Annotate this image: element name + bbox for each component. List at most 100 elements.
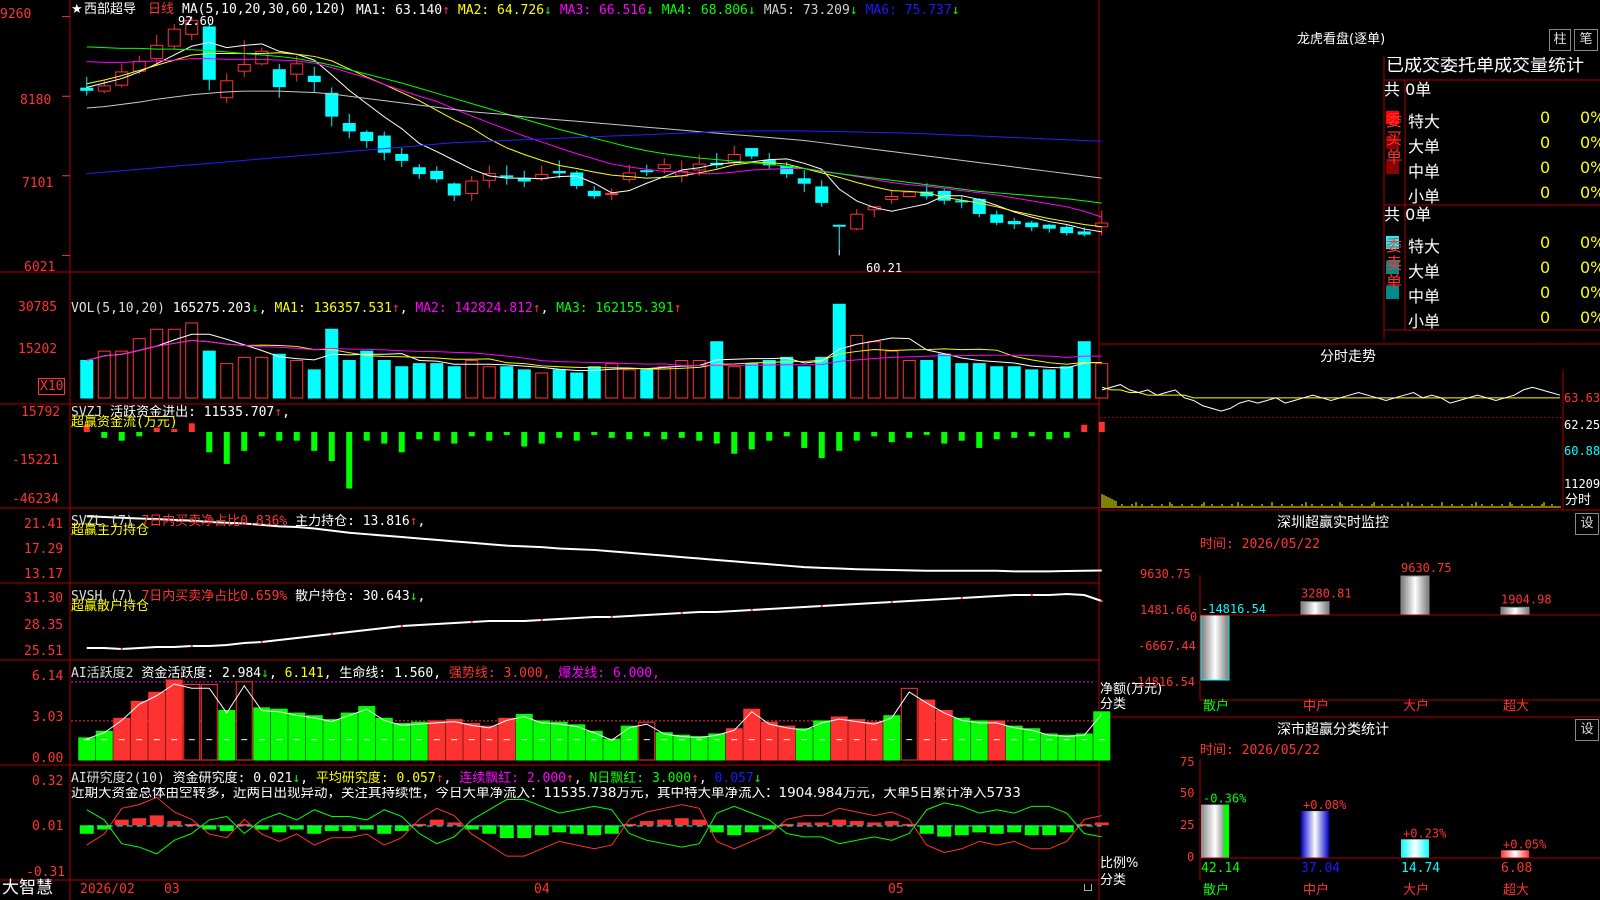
stock-name[interactable]: 西部超导 xyxy=(84,3,136,16)
svzj-bar xyxy=(1063,432,1070,438)
volume-bar xyxy=(1042,369,1056,399)
order-row-qty: 0 xyxy=(1540,108,1551,127)
vol-ma3: MA3: 162155.391 xyxy=(556,301,674,316)
ai2-bar xyxy=(447,822,462,826)
ai2-bar xyxy=(657,819,672,826)
candle-body xyxy=(447,183,461,196)
ai1-strong-line: 强势线: 3.000 xyxy=(448,666,543,681)
ai2-commentary: 近期大资金总体由空转多，近两日出现异动，关注其持续性，今日大单净流入：11535… xyxy=(71,787,1021,801)
cls-change-label: +0.23% xyxy=(1403,826,1447,840)
ai1-bar xyxy=(1023,728,1041,761)
ai1-bar xyxy=(568,724,586,761)
intraday-vol-max: 11209 xyxy=(1564,477,1600,491)
volume-bar xyxy=(622,369,636,399)
tick-view-button[interactable]: 笔 xyxy=(1574,29,1598,51)
ai1-bar xyxy=(953,717,971,761)
cls-category-label: 中户 xyxy=(1303,882,1329,898)
ai1-axis-2: 3.03 xyxy=(32,710,64,725)
order-row-pct: 0% xyxy=(1580,283,1600,302)
sz-bar-超大 xyxy=(1500,606,1530,616)
svsh-axis-3: 25.51 xyxy=(24,644,64,659)
ai2-axis-2: 0.01 xyxy=(32,819,64,834)
cls-time: 时间: 2026/05/22 xyxy=(1200,743,1320,758)
cls-change-label: -0.36% xyxy=(1203,792,1247,806)
candle-body xyxy=(150,44,164,60)
candle-body xyxy=(167,28,181,47)
svsh-dot xyxy=(400,624,403,628)
candle-body xyxy=(1077,231,1091,235)
buy-total: 共 0单 xyxy=(1384,80,1432,99)
cls-change-label: +0.08% xyxy=(1303,798,1347,812)
svsh-dot xyxy=(1100,599,1103,603)
sz-bar-value: -14816.54 xyxy=(1201,602,1266,616)
ai2-bar xyxy=(727,825,742,836)
svzj-bar xyxy=(626,432,633,440)
svzj-bar xyxy=(1046,432,1053,440)
lock-icon[interactable] xyxy=(1084,884,1092,891)
vol-ma1: MA1: 136357.531 xyxy=(274,301,392,316)
volume-bar xyxy=(1007,366,1021,399)
svzj-bar xyxy=(1098,421,1105,432)
ai1-axis-3: 0.00 xyxy=(32,751,64,766)
ai1-value: 2.984 xyxy=(221,666,262,681)
svzj-subtitle: 超赢资金流(万元) xyxy=(71,415,178,430)
svsh-dot xyxy=(330,632,333,636)
sz-time: 时间: 2026/05/22 xyxy=(1200,537,1320,552)
ai1-bar xyxy=(988,720,1006,761)
volume-bar xyxy=(237,356,251,399)
svzj-bar xyxy=(818,432,825,459)
ai2-bar xyxy=(569,825,584,834)
ai2-bar xyxy=(1042,825,1057,836)
cls-value-label: 37.04 xyxy=(1301,861,1340,876)
ai1-v3: 1.560 xyxy=(394,666,434,681)
order-row-qty: 0 xyxy=(1540,308,1551,327)
candle-body xyxy=(972,198,986,214)
candle-body xyxy=(815,186,829,203)
intraday-axis-2: 62.25 xyxy=(1564,418,1600,432)
volume-bar xyxy=(710,341,724,399)
svzl-label: 7日内买卖净占比0.836% xyxy=(141,514,288,529)
ai2-nday: N日飘红: 3.000 xyxy=(589,771,692,786)
ma-header-1: MA1: 63.140↑ xyxy=(356,3,450,18)
period-label[interactable]: 日线 xyxy=(148,3,174,16)
lhkp-title: 龙虎看盘(逐单) xyxy=(1297,32,1386,47)
candle-body xyxy=(797,178,811,184)
svzj-bar xyxy=(941,432,948,444)
svsh-dot xyxy=(750,608,753,612)
ai1-bar xyxy=(1040,733,1058,761)
ma-header-5: MA5: 73.209↓ xyxy=(763,3,858,18)
volume-bar xyxy=(570,372,584,399)
ai2-bar xyxy=(307,825,322,834)
candle-body xyxy=(587,190,601,197)
order-stat-title: 已成交委托单成交量统计 xyxy=(1386,57,1584,75)
svzj-bar xyxy=(101,432,108,438)
price-axis-3: 7101 xyxy=(22,176,54,191)
volume-bar xyxy=(797,366,811,399)
sell-order-block: 共 0单 特大 0 0% 大单 0 0% 中单 0 0% 小单 0 0% xyxy=(1382,205,1600,332)
chart-canvas[interactable]: -14816.543280.819630.751904.98散户 中户 大户 超大-0… xyxy=(0,0,1600,900)
svsh-label: 7日内买卖净占比0.659% xyxy=(141,589,288,604)
sz-category-label: 超大 xyxy=(1503,699,1529,714)
order-row-label: 小单 xyxy=(1408,312,1441,331)
svzj-axis-3: -46234 xyxy=(12,492,59,507)
bar-view-button[interactable]: 柱 xyxy=(1549,29,1571,51)
svzj-value: 11535.707 xyxy=(203,405,275,420)
cls-settings-button[interactable]: 设 xyxy=(1575,719,1599,741)
ai1-bar xyxy=(410,721,428,761)
order-row-小单: 小单 0 0% xyxy=(1382,183,1600,206)
ai1-bar xyxy=(900,687,918,761)
svzl-axis-3: 13.17 xyxy=(24,567,64,582)
volume-bar xyxy=(1025,369,1039,399)
cls-bar-中户 xyxy=(1301,811,1329,858)
svzj-bar xyxy=(206,432,213,453)
ai1-axis-1: 6.14 xyxy=(32,669,64,684)
volume-bar xyxy=(535,372,549,399)
ai1-bar xyxy=(778,725,796,761)
time-axis-label-3: 04 xyxy=(534,882,550,897)
volume-bar xyxy=(272,353,286,399)
sz-monitor-title: 深圳超赢实时监控 xyxy=(1277,515,1389,531)
volume-bar xyxy=(587,366,601,399)
volume-bar xyxy=(325,328,339,399)
brand-logo[interactable]: 大智慧 xyxy=(2,880,53,897)
sz-settings-button[interactable]: 设 xyxy=(1575,513,1599,535)
